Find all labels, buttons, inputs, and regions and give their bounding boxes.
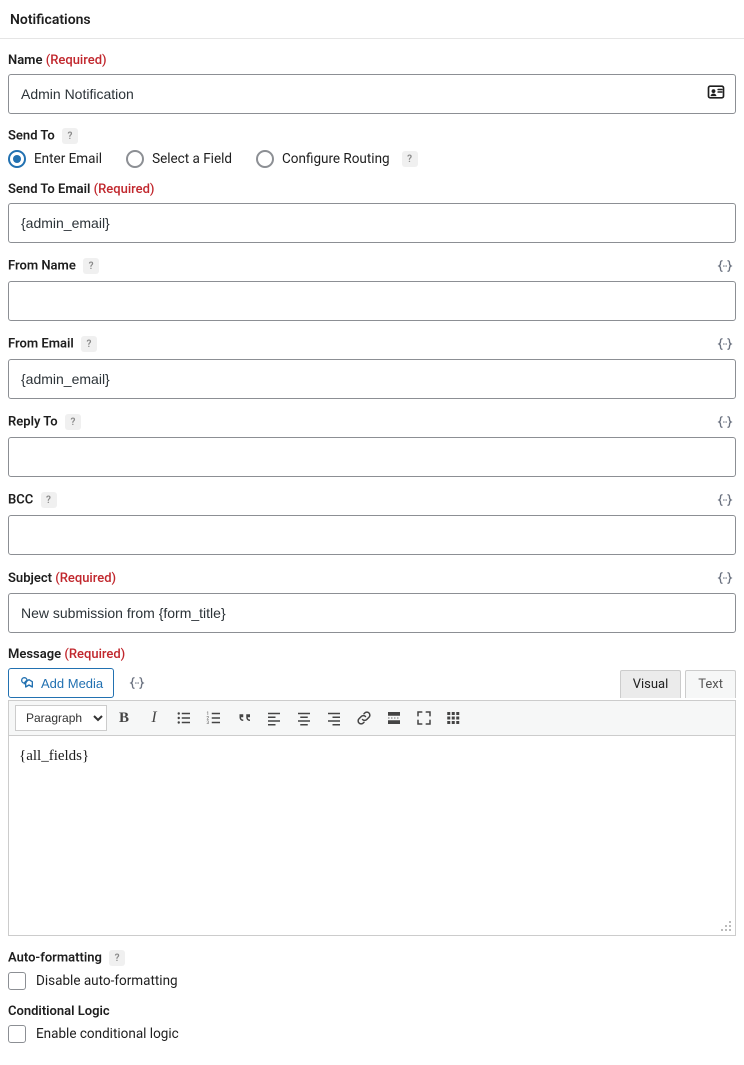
merge-tag-icon[interactable] (714, 335, 736, 353)
numbered-list-icon[interactable]: 123 (201, 705, 227, 731)
radio-label: Enter Email (34, 151, 102, 167)
radio-label: Configure Routing (282, 151, 390, 167)
resize-grip-icon[interactable] (719, 919, 733, 933)
svg-text:3: 3 (207, 720, 210, 726)
help-icon[interactable]: ? (81, 336, 97, 352)
reply-to-input[interactable] (8, 437, 736, 477)
from-email-label: From Email ? (8, 336, 97, 352)
required-indicator: (Required) (94, 182, 155, 197)
required-indicator: (Required) (55, 571, 116, 586)
radio-label: Select a Field (152, 151, 232, 167)
help-icon[interactable]: ? (65, 414, 81, 430)
bcc-label-text: BCC (8, 492, 33, 507)
name-label: Name (Required) (8, 53, 736, 68)
reply-to-label: Reply To ? (8, 414, 81, 430)
subject-label-text: Subject (8, 571, 52, 586)
message-editor[interactable]: {all_fields} (8, 736, 736, 936)
tab-visual[interactable]: Visual (620, 670, 682, 698)
read-more-icon[interactable] (381, 705, 407, 731)
align-left-icon[interactable] (261, 705, 287, 731)
from-email-input[interactable] (8, 359, 736, 399)
send-to-email-input[interactable] (8, 203, 736, 243)
tab-text[interactable]: Text (685, 670, 736, 698)
merge-tag-icon[interactable] (714, 413, 736, 431)
merge-tag-icon[interactable] (126, 674, 148, 692)
from-email-label-text: From Email (8, 336, 74, 351)
help-icon[interactable]: ? (83, 258, 99, 274)
send-to-option-configure-routing[interactable]: Configure Routing ? (256, 150, 418, 168)
message-label: Message (Required) (8, 647, 736, 662)
merge-tag-icon[interactable] (714, 257, 736, 275)
send-to-email-label-text: Send To Email (8, 182, 90, 197)
merge-tag-icon[interactable] (714, 491, 736, 509)
add-media-button[interactable]: Add Media (8, 668, 114, 698)
checkbox-label: Disable auto-formatting (36, 973, 178, 989)
message-label-text: Message (8, 647, 61, 662)
page-title: Notifications (0, 0, 744, 38)
send-to-option-select-field[interactable]: Select a Field (126, 150, 232, 168)
editor-toolbar: Paragraph B I 123 (8, 700, 736, 736)
from-name-label: From Name ? (8, 258, 99, 274)
name-label-text: Name (8, 53, 42, 68)
from-name-input[interactable] (8, 281, 736, 321)
align-center-icon[interactable] (291, 705, 317, 731)
bcc-input[interactable] (8, 515, 736, 555)
enable-conditional-logic-checkbox[interactable] (8, 1025, 26, 1043)
required-indicator: (Required) (64, 647, 125, 662)
merge-tag-icon[interactable] (714, 569, 736, 587)
auto-formatting-label-text: Auto-formatting (8, 950, 102, 965)
help-icon[interactable]: ? (62, 128, 78, 144)
message-content: {all_fields} (19, 748, 89, 764)
help-icon[interactable]: ? (41, 492, 57, 508)
disable-auto-formatting-checkbox[interactable] (8, 972, 26, 990)
conditional-logic-label: Conditional Logic (8, 1004, 736, 1019)
media-icon (19, 675, 35, 691)
paragraph-select[interactable]: Paragraph (15, 705, 107, 731)
name-input[interactable] (8, 74, 736, 114)
required-indicator: (Required) (46, 53, 107, 68)
fullscreen-icon[interactable] (411, 705, 437, 731)
blockquote-icon[interactable] (231, 705, 257, 731)
send-to-label: Send To ? (8, 128, 736, 144)
send-to-email-label: Send To Email (Required) (8, 182, 736, 197)
bcc-label: BCC ? (8, 492, 57, 508)
auto-formatting-label: Auto-formatting ? (8, 950, 736, 966)
id-card-icon[interactable] (706, 82, 726, 106)
align-right-icon[interactable] (321, 705, 347, 731)
send-to-option-enter-email[interactable]: Enter Email (8, 150, 102, 168)
radio-icon (8, 150, 26, 168)
add-media-label: Add Media (41, 676, 103, 691)
bold-icon[interactable]: B (111, 705, 137, 731)
link-icon[interactable] (351, 705, 377, 731)
from-name-label-text: From Name (8, 258, 76, 273)
subject-input[interactable] (8, 593, 736, 633)
send-to-label-text: Send To (8, 128, 55, 143)
help-icon[interactable]: ? (109, 950, 125, 966)
help-icon[interactable]: ? (402, 151, 418, 167)
reply-to-label-text: Reply To (8, 414, 58, 429)
checkbox-label: Enable conditional logic (36, 1026, 179, 1042)
radio-icon (256, 150, 274, 168)
bullet-list-icon[interactable] (171, 705, 197, 731)
subject-label: Subject (Required) (8, 571, 116, 586)
italic-icon[interactable]: I (141, 705, 167, 731)
toolbar-toggle-icon[interactable] (441, 705, 467, 731)
radio-icon (126, 150, 144, 168)
